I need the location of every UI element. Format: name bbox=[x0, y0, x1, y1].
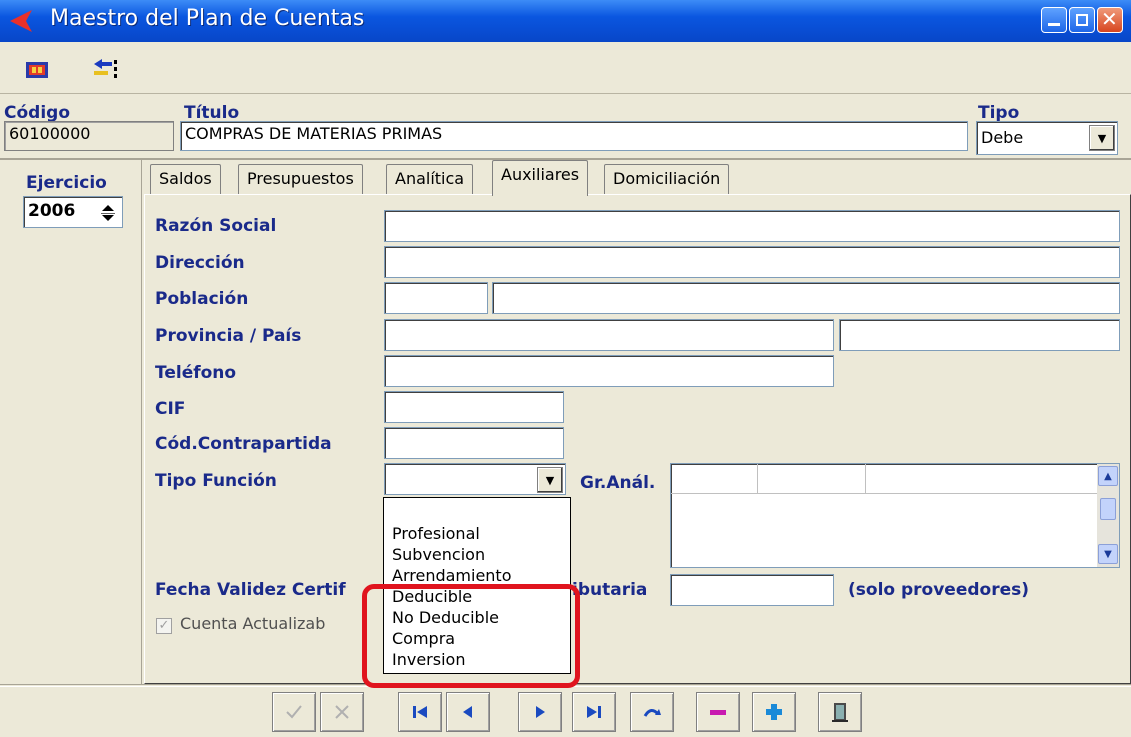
check-icon bbox=[286, 705, 302, 719]
arrows-swap-icon[interactable] bbox=[90, 54, 120, 84]
toolbar bbox=[0, 42, 1131, 94]
cancel-button[interactable] bbox=[320, 692, 364, 732]
cuenta-actualizable-label: Cuenta Actualizab bbox=[180, 614, 326, 633]
tab-analitica[interactable]: Analítica bbox=[386, 164, 474, 194]
first-record-button[interactable] bbox=[398, 692, 442, 732]
option-arrendamiento[interactable]: Arrendamiento bbox=[392, 566, 512, 586]
tab-domiciliacion[interactable]: Domiciliación bbox=[604, 164, 730, 194]
confirm-button[interactable] bbox=[272, 692, 316, 732]
delete-record-button[interactable] bbox=[696, 692, 740, 732]
cod-contrapartida-label: Cód.Contrapartida bbox=[155, 434, 332, 454]
scroll-up-icon[interactable]: ▲ bbox=[1098, 466, 1118, 486]
option-profesional[interactable]: Profesional bbox=[392, 524, 480, 544]
tipo-dropdown-arrow[interactable]: ▼ bbox=[1089, 125, 1115, 151]
last-record-button[interactable] bbox=[572, 692, 616, 732]
minimize-button[interactable] bbox=[1041, 7, 1067, 33]
cross-icon bbox=[335, 705, 349, 719]
provincia-field[interactable] bbox=[384, 319, 834, 351]
title-bar: Maestro del Plan de Cuentas ✕ bbox=[0, 0, 1131, 42]
grid-line bbox=[757, 464, 758, 494]
close-button[interactable]: ✕ bbox=[1097, 7, 1123, 33]
gr-anal-row[interactable] bbox=[671, 464, 1099, 494]
minus-icon bbox=[710, 710, 726, 715]
codigo-postal-field[interactable] bbox=[384, 282, 488, 314]
next-record-button[interactable] bbox=[518, 692, 562, 732]
cod-contrapartida-field[interactable] bbox=[384, 427, 564, 459]
telefono-field[interactable] bbox=[384, 355, 834, 387]
direccion-field[interactable] bbox=[384, 246, 1120, 278]
tab-presupuestos[interactable]: Presupuestos bbox=[238, 164, 363, 194]
gr-anal-scrollbar[interactable]: ▲ ▼ bbox=[1097, 464, 1119, 567]
razon-social-label: Razón Social bbox=[155, 216, 277, 236]
last-icon bbox=[587, 706, 601, 718]
fecha-validez-label: Fecha Validez Certif bbox=[155, 580, 346, 600]
razon-social-field[interactable] bbox=[384, 210, 1120, 242]
provincia-label: Provincia / País bbox=[155, 326, 302, 346]
exit-button[interactable] bbox=[818, 692, 862, 732]
tipo-funcion-label: Tipo Función bbox=[155, 471, 277, 491]
refresh-button[interactable] bbox=[630, 692, 674, 732]
solo-proveedores-label: (solo proveedores) bbox=[848, 580, 1030, 600]
telefono-label: Teléfono bbox=[155, 363, 237, 383]
door-icon bbox=[832, 703, 848, 722]
previous-record-button[interactable] bbox=[446, 692, 490, 732]
direccion-label: Dirección bbox=[155, 253, 245, 273]
poblacion-label: Población bbox=[155, 289, 249, 309]
codigo-label: Código bbox=[4, 103, 70, 123]
plus-icon bbox=[766, 704, 782, 720]
first-icon bbox=[413, 706, 427, 718]
cif-field[interactable] bbox=[384, 391, 564, 423]
tab-saldos[interactable]: Saldos bbox=[150, 164, 221, 194]
tipo-label: Tipo bbox=[978, 103, 1020, 123]
add-record-button[interactable] bbox=[752, 692, 796, 732]
gr-anal-grid[interactable]: ▲ ▼ bbox=[670, 463, 1120, 568]
tipo-funcion-dropdown-arrow[interactable]: ▼ bbox=[537, 467, 563, 493]
pais-field[interactable] bbox=[839, 319, 1120, 351]
grid-line bbox=[865, 464, 866, 494]
codigo-field[interactable]: 60100000 bbox=[4, 121, 174, 151]
scroll-thumb[interactable] bbox=[1100, 498, 1116, 520]
tab-auxiliares[interactable]: Auxiliares bbox=[492, 160, 589, 196]
back-arrow-icon bbox=[10, 10, 32, 32]
ejercicio-label: Ejercicio bbox=[26, 173, 107, 193]
option-subvencion[interactable]: Subvencion bbox=[392, 545, 485, 565]
fecha-validez-field[interactable] bbox=[670, 574, 834, 606]
cif-label: CIF bbox=[155, 399, 186, 419]
titulo-label: Título bbox=[184, 103, 240, 123]
titulo-field[interactable]: COMPRAS DE MATERIAS PRIMAS bbox=[180, 121, 968, 151]
left-panel bbox=[0, 160, 142, 684]
grid-report-icon[interactable] bbox=[22, 54, 52, 84]
next-icon bbox=[536, 706, 545, 718]
maximize-button[interactable] bbox=[1069, 7, 1095, 33]
window-title: Maestro del Plan de Cuentas bbox=[50, 6, 365, 31]
refresh-icon bbox=[643, 709, 661, 717]
fecha-validez-label-tail: ibutaria bbox=[572, 580, 648, 600]
previous-icon bbox=[463, 706, 472, 718]
poblacion-field[interactable] bbox=[492, 282, 1120, 314]
scroll-down-icon[interactable]: ▼ bbox=[1098, 544, 1118, 564]
red-highlight-box bbox=[362, 584, 580, 688]
spinner-updown-icon[interactable] bbox=[98, 202, 118, 224]
cuenta-actualizable-checkbox[interactable]: ✓ bbox=[156, 618, 172, 634]
gr-anal-label: Gr.Anál. bbox=[580, 473, 656, 493]
